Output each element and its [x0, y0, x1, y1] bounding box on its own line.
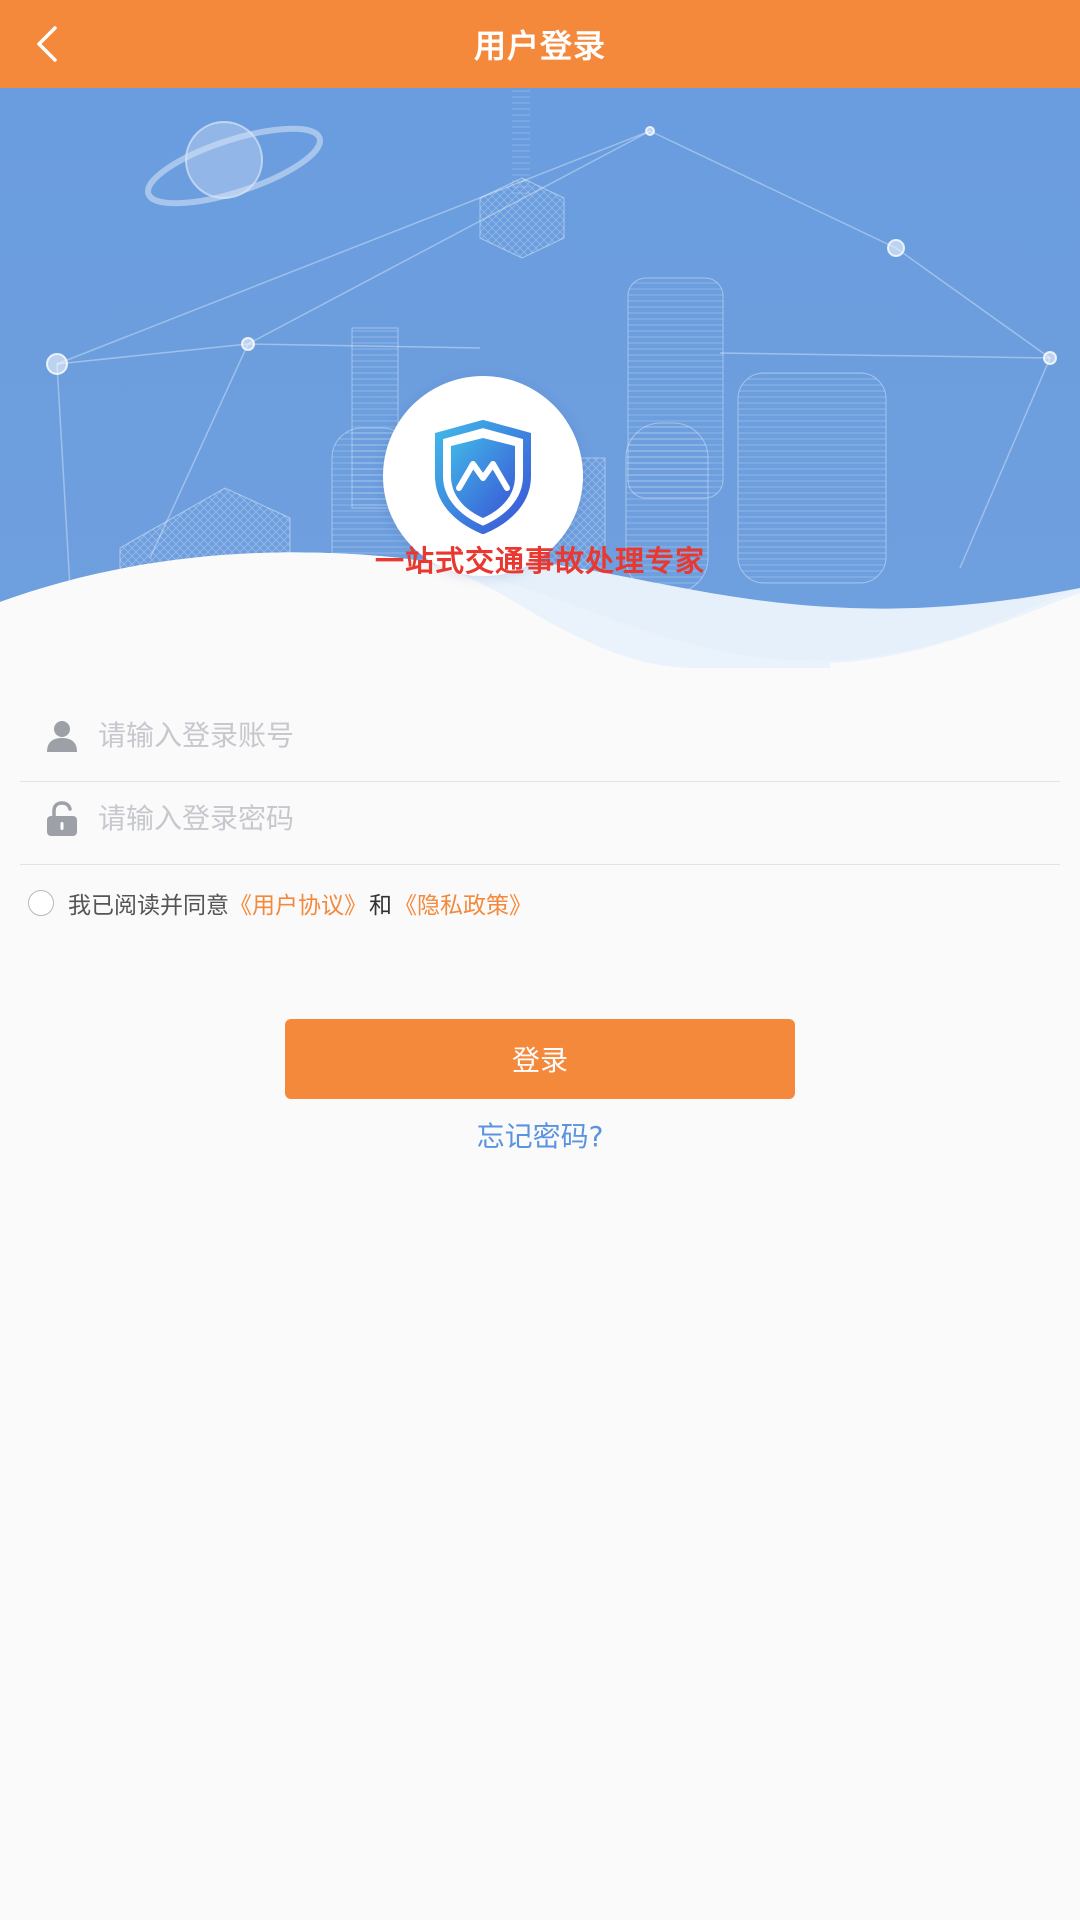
login-button[interactable]: 登录: [285, 1019, 795, 1099]
agreement-row: 我已阅读并同意 《用户协议》 和 《隐私政策》: [28, 883, 532, 923]
lock-icon: [40, 797, 84, 841]
agreement-prefix: 我已阅读并同意: [68, 893, 229, 919]
privacy-policy-link[interactable]: 《隐私政策》: [394, 886, 532, 920]
slogan: 一站式交通事故处理专家: [374, 544, 705, 578]
agreement-checkbox[interactable]: [28, 890, 54, 916]
chevron-left-icon: [37, 26, 57, 62]
account-field[interactable]: [20, 690, 1060, 782]
shield-mountain-logo: [435, 419, 531, 534]
user-agreement-link[interactable]: 《用户协议》: [229, 886, 367, 920]
password-field[interactable]: [20, 773, 1060, 865]
page-title: 用户登录: [473, 27, 606, 65]
agreement-and: 和: [369, 893, 392, 919]
top-bar: 用户登录: [0, 0, 1080, 88]
back-button[interactable]: [18, 14, 78, 74]
forgot-password-link[interactable]: 忘记密码?: [0, 1115, 1080, 1155]
hero-banner: [0, 88, 1080, 668]
user-icon: [40, 714, 84, 758]
city-network-illustration: [0, 88, 1080, 668]
password-input[interactable]: [98, 788, 998, 849]
account-input[interactable]: [98, 705, 998, 766]
